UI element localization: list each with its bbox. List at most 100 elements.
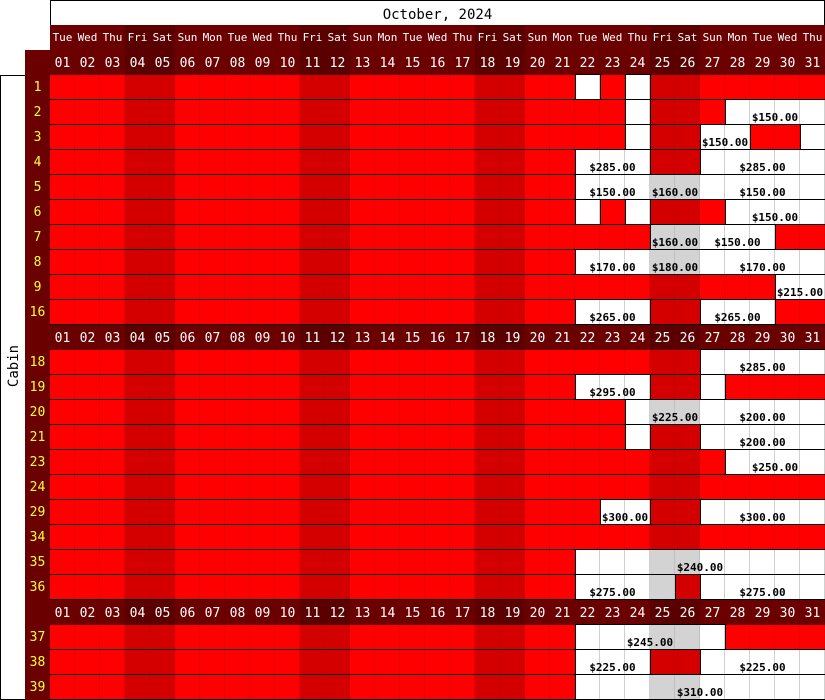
booked-cell — [475, 550, 500, 575]
booked-cell — [550, 75, 575, 100]
booked-cell — [75, 400, 100, 425]
booked-cell — [225, 625, 250, 650]
available-cell[interactable] — [800, 350, 825, 375]
price-label[interactable]: $265.00 — [573, 312, 653, 324]
booked-cell — [200, 550, 225, 575]
booked-cell — [300, 350, 325, 375]
booked-cell — [500, 350, 525, 375]
price-label[interactable]: $180.00 — [635, 262, 715, 274]
price-label[interactable]: $300.00 — [585, 512, 665, 524]
booked-cell — [225, 575, 250, 600]
price-label[interactable]: $265.00 — [698, 312, 778, 324]
available-cell[interactable] — [800, 675, 825, 700]
available-cell[interactable] — [575, 75, 600, 100]
available-cell[interactable] — [750, 550, 775, 575]
available-cell[interactable] — [700, 150, 725, 175]
available-cell[interactable] — [800, 150, 825, 175]
available-cell[interactable] — [625, 75, 650, 100]
price-label[interactable]: $310.00 — [660, 687, 740, 699]
day-number-26: 26 — [675, 50, 700, 75]
available-cell[interactable] — [775, 675, 800, 700]
available-cell[interactable] — [625, 675, 650, 700]
available-cell[interactable] — [800, 500, 825, 525]
price-label[interactable]: $240.00 — [660, 562, 740, 574]
booked-cell — [50, 625, 75, 650]
available-cell[interactable] — [575, 200, 600, 225]
booked-cell — [325, 300, 350, 325]
booked-cell — [300, 475, 325, 500]
cabin-number: 18 — [29, 355, 46, 370]
price-label[interactable]: $215.00 — [760, 287, 825, 299]
price-label[interactable]: $150.00 — [735, 212, 815, 224]
price-label[interactable]: $285.00 — [573, 162, 653, 174]
available-cell[interactable] — [800, 400, 825, 425]
booked-cell — [300, 200, 325, 225]
price-label[interactable]: $200.00 — [723, 412, 803, 424]
price-label[interactable]: $225.00 — [723, 662, 803, 674]
booked-cell — [325, 500, 350, 525]
price-label[interactable]: $285.00 — [723, 362, 803, 374]
available-cell[interactable] — [750, 675, 775, 700]
available-cell[interactable] — [600, 675, 625, 700]
available-cell[interactable] — [625, 125, 650, 150]
price-label[interactable]: $295.00 — [573, 387, 653, 399]
available-cell[interactable] — [575, 550, 600, 575]
booked-cell — [325, 75, 350, 100]
available-cell[interactable] — [700, 425, 725, 450]
booked-cell — [350, 650, 375, 675]
day-number-22: 22 — [575, 50, 600, 75]
price-label[interactable]: $150.00 — [685, 137, 765, 149]
price-label[interactable]: $150.00 — [698, 237, 778, 249]
day-number-07: 07 — [200, 325, 225, 350]
price-label[interactable]: $225.00 — [635, 412, 715, 424]
available-cell[interactable] — [800, 125, 825, 150]
booked-cell — [675, 275, 700, 300]
available-cell[interactable] — [600, 550, 625, 575]
price-label[interactable]: $285.00 — [723, 162, 803, 174]
price-label[interactable]: $170.00 — [723, 262, 803, 274]
price-label[interactable]: $150.00 — [723, 187, 803, 199]
booked-cell — [750, 475, 775, 500]
booked-cell — [650, 475, 675, 500]
available-cell[interactable] — [800, 575, 825, 600]
available-cell[interactable] — [800, 425, 825, 450]
available-cell[interactable] — [700, 575, 725, 600]
special-rate-cell[interactable] — [650, 575, 675, 600]
price-label[interactable]: $250.00 — [735, 462, 815, 474]
booked-cell — [375, 175, 400, 200]
available-cell[interactable] — [700, 350, 725, 375]
price-label[interactable]: $200.00 — [723, 437, 803, 449]
available-cell[interactable] — [700, 650, 725, 675]
available-cell[interactable] — [700, 375, 725, 400]
price-label[interactable]: $150.00 — [735, 112, 815, 124]
available-cell[interactable] — [775, 550, 800, 575]
day-number-19: 19 — [500, 600, 525, 625]
price-label[interactable]: $225.00 — [573, 662, 653, 674]
day-of-week-13: Sun — [350, 25, 375, 50]
day-number-24: 24 — [625, 325, 650, 350]
available-cell[interactable] — [575, 625, 600, 650]
day-number-01: 01 — [50, 325, 75, 350]
price-label[interactable]: $245.00 — [610, 637, 690, 649]
booked-cell — [525, 425, 550, 450]
available-cell[interactable] — [800, 650, 825, 675]
booked-cell — [350, 275, 375, 300]
price-label[interactable]: $275.00 — [723, 587, 803, 599]
available-cell[interactable] — [575, 675, 600, 700]
available-cell[interactable] — [800, 175, 825, 200]
price-label[interactable]: $275.00 — [573, 587, 653, 599]
available-cell[interactable] — [800, 550, 825, 575]
available-cell[interactable] — [625, 200, 650, 225]
available-cell[interactable] — [625, 550, 650, 575]
price-label[interactable]: $160.00 — [635, 187, 715, 199]
available-cell[interactable] — [700, 500, 725, 525]
available-cell[interactable] — [625, 100, 650, 125]
price-label[interactable]: $300.00 — [723, 512, 803, 524]
available-cell[interactable] — [625, 425, 650, 450]
available-cell[interactable] — [800, 250, 825, 275]
available-cell[interactable] — [700, 625, 725, 650]
booked-cell — [425, 425, 450, 450]
cabin-number: 4 — [33, 155, 42, 170]
day-number-20: 20 — [525, 325, 550, 350]
booked-cell — [100, 475, 125, 500]
